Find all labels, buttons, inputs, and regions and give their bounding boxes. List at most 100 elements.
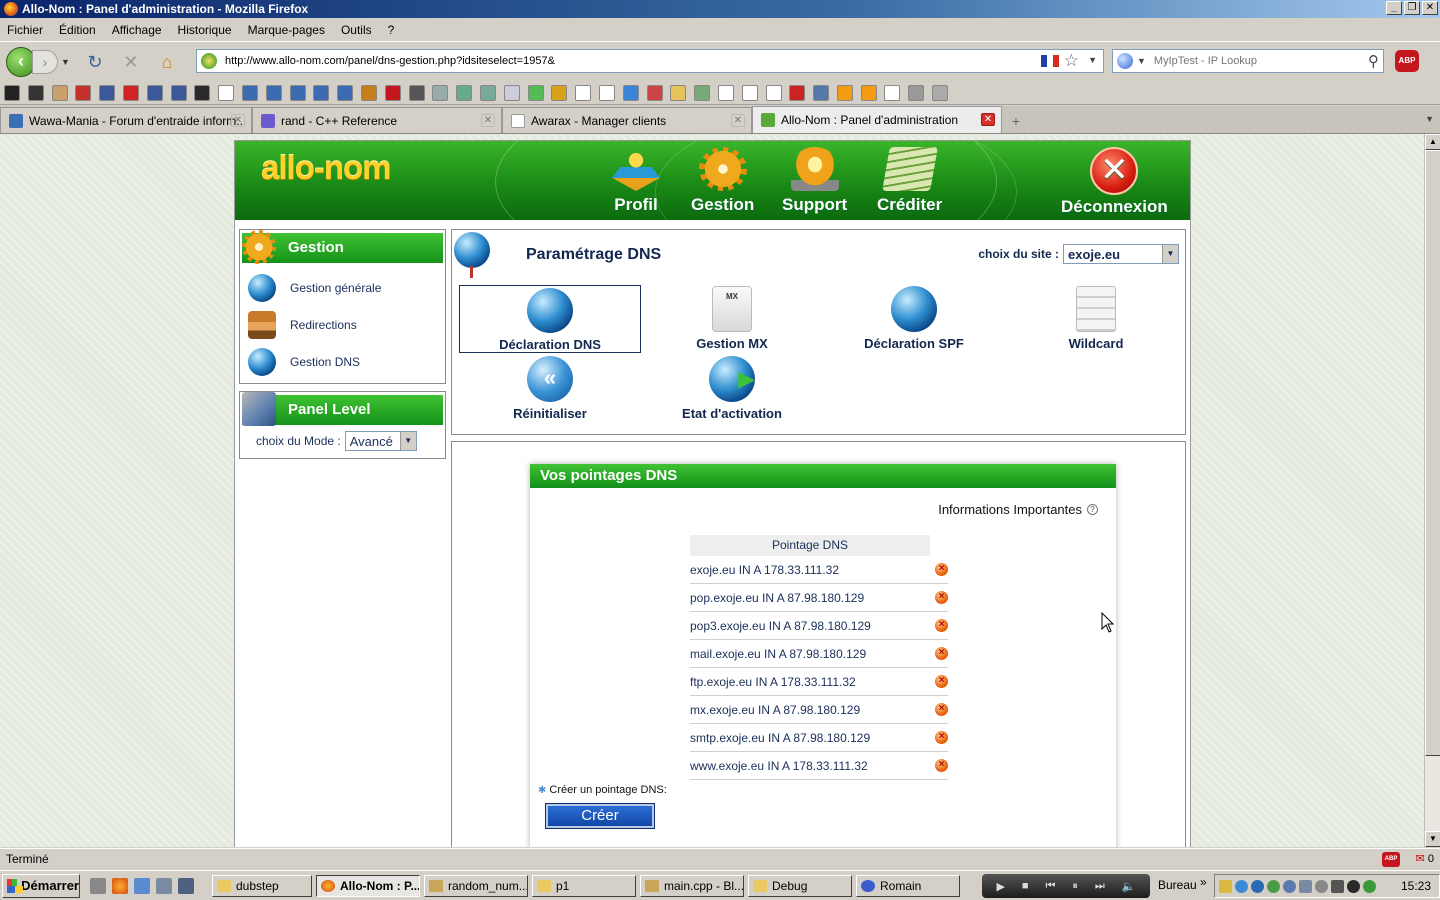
bookmark-icon[interactable] <box>908 84 925 101</box>
bookmark-icon[interactable] <box>384 84 401 101</box>
bookmark-icon[interactable] <box>241 84 258 101</box>
sidebar-item-gestion-dns[interactable]: Gestion DNS <box>240 343 445 380</box>
nav-crediter[interactable]: Créditer <box>877 147 942 215</box>
bookmark-icon[interactable] <box>218 84 235 101</box>
mode-select[interactable]: Avancé ▼ <box>344 431 417 451</box>
delete-icon[interactable]: × <box>935 703 948 716</box>
search-magnifier-icon[interactable]: ⚲ <box>1368 52 1379 70</box>
task-p1[interactable]: p1 <box>532 874 636 897</box>
play-icon[interactable]: ▶ <box>996 880 1004 893</box>
delete-icon[interactable]: × <box>935 647 948 660</box>
bookmark-icon[interactable] <box>741 84 758 101</box>
bookmark-icon[interactable] <box>789 84 806 101</box>
task-main-cpp[interactable]: main.cpp - Bl... <box>640 874 744 897</box>
bookmark-icon[interactable] <box>717 84 734 101</box>
bookmark-icon[interactable] <box>408 84 425 101</box>
tab-awarax[interactable]: Awarax - Manager clients ✕ <box>502 107 752 133</box>
new-tab-icon[interactable]: + <box>1002 109 1030 133</box>
delete-icon[interactable]: × <box>935 731 948 744</box>
desktop-toolbar-label[interactable]: Bureau <box>1158 878 1197 892</box>
dns-record-text[interactable]: smtp.exoje.eu IN A 87.98.180.129 <box>690 731 870 745</box>
search-input[interactable] <box>1153 55 1364 67</box>
dns-record-text[interactable]: exoje.eu IN A 178.33.111.32 <box>690 563 839 577</box>
tab-close-icon[interactable]: ✕ <box>481 114 495 127</box>
tool-declaration-spf[interactable]: Déclaration SPF <box>823 284 1005 352</box>
console-icon[interactable] <box>178 877 194 894</box>
gmail-notifier-icon[interactable]: ✉ 0 <box>1416 849 1434 870</box>
firefox-icon[interactable] <box>112 877 128 894</box>
menu-historique[interactable]: Historique <box>178 23 232 37</box>
tab-close-icon[interactable]: ✕ <box>981 113 995 126</box>
chevron-right-icon[interactable]: » <box>1200 875 1207 889</box>
dns-record-text[interactable]: mail.exoje.eu IN A 87.98.180.129 <box>690 647 866 661</box>
scroll-down-icon[interactable]: ▼ <box>1425 831 1440 847</box>
delete-icon[interactable]: × <box>935 563 948 576</box>
tray-update-icon[interactable] <box>1363 879 1376 893</box>
important-info[interactable]: Informations Importantes ? <box>938 502 1098 517</box>
task-romain[interactable]: Romain <box>856 874 960 897</box>
bookmark-icon[interactable] <box>932 84 949 101</box>
maximize-button[interactable]: ❐ <box>1404 1 1420 15</box>
create-button[interactable]: Créer <box>545 803 655 829</box>
bookmark-icon[interactable] <box>51 84 68 101</box>
previous-icon[interactable]: ⏮ <box>1046 880 1056 893</box>
close-button[interactable]: ✕ <box>1422 1 1438 15</box>
tray-security-icon[interactable] <box>1347 879 1360 893</box>
menu-edition[interactable]: Édition <box>59 23 96 37</box>
bookmark-icon[interactable] <box>813 84 830 101</box>
nav-support[interactable]: Support <box>782 147 847 215</box>
scroll-thumb[interactable] <box>1425 150 1440 756</box>
delete-icon[interactable]: × <box>935 591 948 604</box>
allo-nom-logo[interactable]: allo-nom <box>261 149 391 187</box>
tray-eject-icon[interactable] <box>1315 879 1328 893</box>
bookmark-icon[interactable] <box>170 84 187 101</box>
sidebar-item-gestion-generale[interactable]: Gestion générale <box>240 269 445 306</box>
tool-reinitialiser[interactable]: « Réinitialiser <box>459 354 641 422</box>
forward-arrow-icon[interactable]: › <box>32 50 58 74</box>
chevron-down-icon[interactable]: ▼ <box>1162 245 1178 263</box>
home-icon[interactable]: ⌂ <box>156 51 178 73</box>
bookmark-icon[interactable] <box>598 84 615 101</box>
reload-icon[interactable]: ↻ <box>84 51 106 73</box>
search-bar[interactable]: ▼ ⚲ <box>1112 49 1384 73</box>
minimize-button[interactable]: _ <box>1386 1 1402 15</box>
stop-icon[interactable]: ■ <box>1022 880 1029 892</box>
start-button[interactable]: Démarrer <box>2 873 80 898</box>
bookmark-icon[interactable] <box>122 84 139 101</box>
bookmark-icon[interactable] <box>313 84 330 101</box>
menu-fichier[interactable]: Fichier <box>7 23 43 37</box>
tray-display-icon[interactable] <box>1299 879 1312 893</box>
bookmark-icon[interactable] <box>432 84 449 101</box>
menu-outils[interactable]: Outils <box>341 23 372 37</box>
url-bar[interactable]: http://www.allo-nom.com/panel/dns-gestio… <box>196 49 1104 73</box>
bookmark-icon[interactable] <box>884 84 901 101</box>
bookmark-icon[interactable] <box>27 84 44 101</box>
tab-allo-nom[interactable]: Allo-Nom : Panel d'administration ✕ <box>752 106 1002 133</box>
task-dubstep[interactable]: dubstep <box>212 874 312 897</box>
bookmark-star-icon[interactable]: ☆ <box>1064 51 1079 71</box>
tray-messenger-icon[interactable] <box>1267 879 1280 893</box>
tab-wawa-mania[interactable]: Wawa-Mania - Forum d'entraide inform... … <box>0 107 252 133</box>
dns-record-text[interactable]: pop.exoje.eu IN A 87.98.180.129 <box>690 591 864 605</box>
adblock-status-icon[interactable]: ABP <box>1382 852 1400 867</box>
bookmark-icon[interactable] <box>265 84 282 101</box>
bookmark-icon[interactable] <box>527 84 544 101</box>
delete-icon[interactable]: × <box>935 675 948 688</box>
bookmark-icon[interactable] <box>479 84 496 101</box>
delete-icon[interactable]: × <box>935 759 948 772</box>
tray-volume-icon[interactable] <box>1331 879 1344 893</box>
pause-icon[interactable]: ⏸ <box>1072 880 1078 893</box>
bookmark-icon[interactable] <box>75 84 92 101</box>
window-titlebar[interactable]: Allo-Nom : Panel d'administration - Mozi… <box>0 0 1440 18</box>
vertical-scrollbar[interactable]: ▲ ▼ <box>1424 134 1440 847</box>
nav-gestion[interactable]: Gestion <box>691 147 754 215</box>
bookmark-icon[interactable] <box>646 84 663 101</box>
dns-record-text[interactable]: pop3.exoje.eu IN A 87.98.180.129 <box>690 619 871 633</box>
volume-icon[interactable]: 🔈 <box>1122 880 1136 893</box>
url-text[interactable]: http://www.allo-nom.com/panel/dns-gestio… <box>225 55 555 67</box>
menu-marque-pages[interactable]: Marque-pages <box>248 23 325 37</box>
task-random-num[interactable]: random_num... <box>424 874 528 897</box>
next-icon[interactable]: ⏭ <box>1095 880 1105 893</box>
bookmark-icon[interactable] <box>694 84 711 101</box>
dns-record-text[interactable]: mx.exoje.eu IN A 87.98.180.129 <box>690 703 860 717</box>
